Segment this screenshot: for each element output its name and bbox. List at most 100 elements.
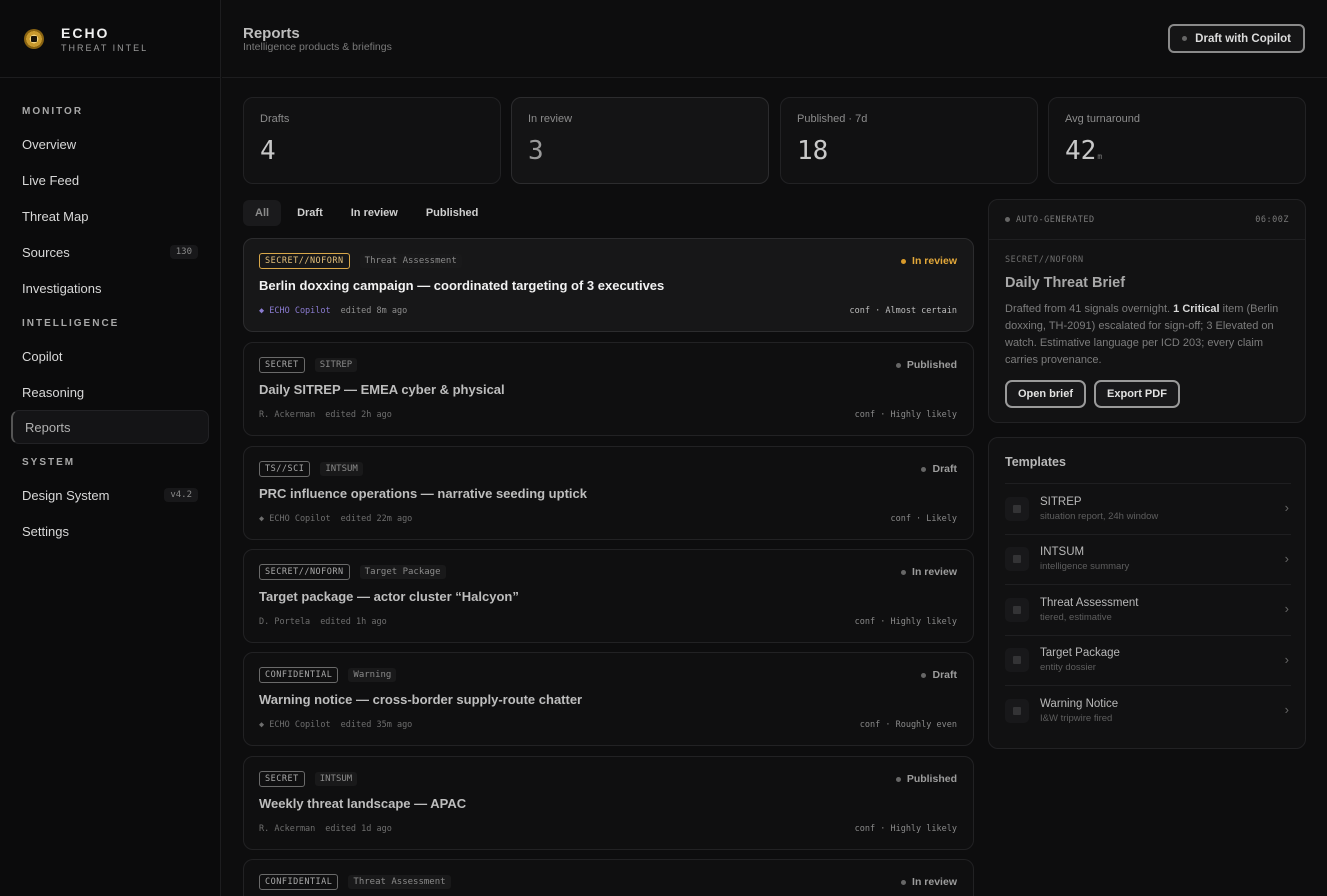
sidebar-item-label: Design System — [22, 487, 110, 503]
template-icon — [1005, 597, 1029, 622]
report-title: Weekly threat landscape — APAC — [259, 796, 467, 811]
status-label: Draft — [932, 669, 957, 681]
report-author: ◆ ECHO Copilot — [259, 306, 331, 316]
template-item-threat-assessment[interactable]: Threat Assessment tiered, estimative › — [1005, 584, 1291, 635]
sources-count-badge: 130 — [169, 245, 198, 259]
sidebar-item-overview[interactable]: Overview — [0, 126, 220, 162]
report-card[interactable]: CONFIDENTIAL Threat Assessment In review — [243, 859, 974, 896]
sidebar-item-label: Live Feed — [22, 172, 80, 188]
sidebar-item-reasoning[interactable]: Reasoning — [0, 374, 220, 410]
template-item-target-package[interactable]: Target Package entity dossier › — [1005, 634, 1291, 686]
brand: ECHO THREAT INTEL — [0, 0, 220, 78]
status-dot-icon — [921, 672, 927, 678]
report-type-tag: Warning — [348, 668, 397, 682]
report-card[interactable]: SECRET//NOFORN Target Package In review T… — [243, 549, 974, 643]
daily-brief-panel: AUTO-GENERATED 06:00Z SECRET//NOFORN Dai… — [988, 199, 1306, 423]
dot-icon — [1182, 36, 1188, 41]
brief-tag: AUTO-GENERATED — [1005, 215, 1095, 225]
report-card[interactable]: SECRET SITREP Published Daily SITREP — EM… — [243, 342, 974, 436]
tab-in-review[interactable]: In review — [339, 200, 410, 226]
classification-badge: CONFIDENTIAL — [259, 874, 339, 890]
template-item-sitrep[interactable]: SITREP situation report, 24h window › — [1005, 483, 1291, 534]
stat-value: 4 — [260, 136, 276, 166]
sidebar-item-label: Reasoning — [22, 384, 85, 400]
sidebar-item-label: Reports — [25, 419, 71, 435]
report-title: Berlin doxxing campaign — coordinated ta… — [259, 278, 665, 293]
brief-body-text: Drafted from 41 signals overnight. — [1005, 303, 1174, 315]
chevron-right-icon: › — [1284, 702, 1289, 717]
brand-subtitle: THREAT INTEL — [61, 42, 149, 53]
brief-time: 06:00Z — [1255, 214, 1289, 225]
template-item-warning-notice[interactable]: Warning Notice I&W tripwire fired › — [1005, 685, 1291, 736]
nav-section-intelligence: INTELLIGENCE — [22, 318, 120, 329]
draft-with-copilot-label: Draft with Copilot — [1195, 32, 1291, 45]
status-label: In review — [912, 566, 957, 578]
sidebar-item-sources[interactable]: Sources 130 — [0, 234, 220, 270]
tab-draft[interactable]: Draft — [285, 200, 335, 226]
brief-header: AUTO-GENERATED 06:00Z — [989, 200, 1305, 240]
classification-badge: SECRET//NOFORN — [259, 564, 350, 580]
report-card[interactable]: CONFIDENTIAL Warning Draft Warning notice… — [243, 652, 974, 746]
classification-badge: SECRET//NOFORN — [259, 253, 350, 269]
status-dot-icon — [901, 879, 907, 885]
status-label: Published — [906, 773, 957, 785]
sidebar-item-design-system[interactable]: Design System v4.2 — [0, 477, 220, 513]
report-type-tag: SITREP — [314, 358, 358, 372]
page-header: Reports Intelligence products & briefing… — [222, 0, 1327, 78]
template-desc: intelligence summary — [1040, 561, 1130, 573]
draft-with-copilot-button[interactable]: Draft with Copilot — [1168, 24, 1305, 53]
report-card[interactable]: SECRET INTSUM Published Weekly threat lan… — [243, 756, 974, 850]
chevron-right-icon: › — [1284, 550, 1289, 566]
sidebar-item-settings[interactable]: Settings — [0, 513, 220, 549]
export-pdf-button[interactable]: Export PDF — [1094, 380, 1180, 408]
status-dot-icon — [921, 466, 927, 472]
sidebar-item-reports[interactable]: Reports — [11, 410, 209, 444]
report-author: R. Ackerman — [259, 410, 316, 420]
template-item-intsum[interactable]: INTSUM intelligence summary › — [1005, 533, 1291, 585]
report-author: ◆ ECHO Copilot — [259, 514, 331, 524]
template-name: Threat Assessment — [1040, 596, 1139, 609]
sidebar-item-live-feed[interactable]: Live Feed — [0, 162, 220, 198]
report-card[interactable]: SECRET//NOFORN Threat Assessment In revie… — [243, 238, 974, 332]
templates-title: Templates — [1005, 455, 1066, 469]
report-confidence: conf · Highly likely — [854, 410, 957, 420]
echo-logo-icon — [24, 28, 44, 49]
chevron-right-icon: › — [1284, 651, 1289, 667]
chevron-right-icon: › — [1284, 500, 1289, 515]
sidebar-item-label: Sources — [22, 244, 70, 260]
tab-published[interactable]: Published — [414, 200, 491, 226]
version-badge: v4.2 — [164, 488, 198, 502]
sidebar-item-label: Copilot — [22, 348, 63, 364]
report-confidence: conf · Highly likely — [854, 617, 957, 627]
open-brief-button[interactable]: Open brief — [1005, 380, 1087, 408]
page-subtitle: Intelligence products & briefings — [243, 41, 392, 53]
status-label: In review — [912, 255, 957, 267]
classification-badge: CONFIDENTIAL — [259, 667, 339, 683]
sidebar-item-threat-map[interactable]: Threat Map — [0, 198, 220, 234]
template-name: INTSUM — [1040, 546, 1085, 559]
report-type-tag: INTSUM — [314, 772, 358, 786]
template-name: Warning Notice — [1040, 697, 1119, 710]
templates-list: SITREP situation report, 24h window › INT… — [1005, 483, 1291, 736]
brand-name: ECHO — [61, 24, 110, 41]
stat-published-7d: Published · 7d 18 — [780, 97, 1038, 184]
status-dot-icon — [901, 569, 907, 575]
report-edited: edited 35m ago — [340, 720, 413, 730]
brief-title: Daily Threat Brief — [1005, 275, 1126, 291]
sidebar-item-copilot[interactable]: Copilot — [0, 338, 220, 374]
classification-badge: SECRET — [259, 771, 305, 787]
report-edited: edited 1h ago — [320, 617, 387, 627]
brief-body-highlight: 1 Critical — [1173, 303, 1220, 315]
status-dot-icon — [901, 258, 907, 264]
stat-value: 42m — [1065, 136, 1102, 166]
report-card[interactable]: TS//SCI INTSUM Draft PRC influence operat… — [243, 446, 974, 540]
templates-panel: Templates SITREP situation report, 24h wi… — [988, 437, 1306, 749]
template-desc: I&W tripwire fired — [1040, 712, 1113, 724]
status-dot-icon — [895, 776, 901, 782]
report-author: R. Ackerman — [259, 824, 316, 834]
nav-section-monitor: MONITOR — [22, 106, 84, 117]
sidebar-item-label: Settings — [22, 523, 69, 539]
sidebar-item-investigations[interactable]: Investigations — [0, 270, 220, 306]
stat-label: Drafts — [260, 113, 290, 125]
tab-all[interactable]: All — [243, 200, 282, 226]
